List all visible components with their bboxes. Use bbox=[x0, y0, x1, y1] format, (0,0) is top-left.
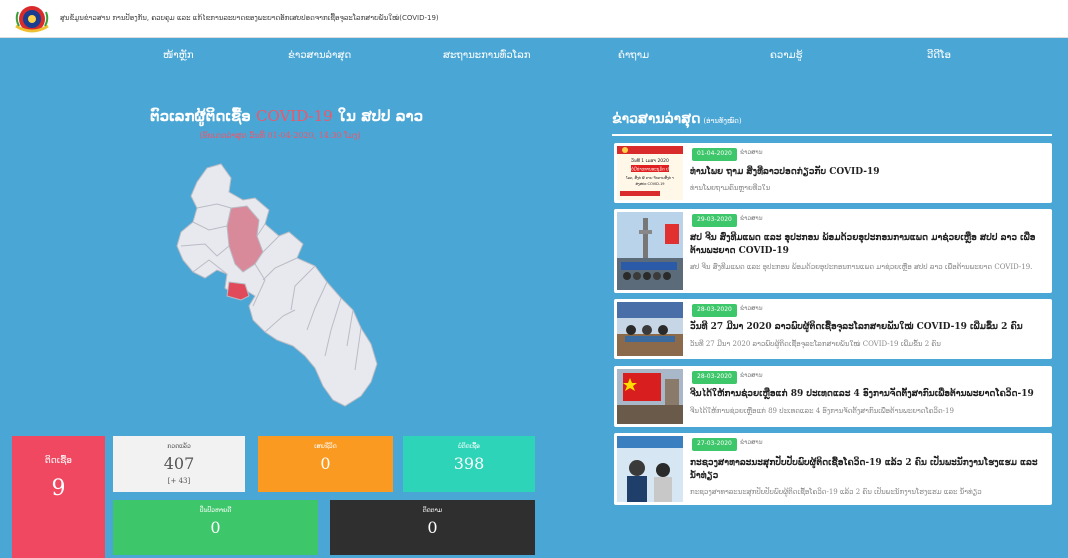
news-excerpt: ທ່ານໂພຍຖາມຄົນຫຼາຍທີ່ວໃນ bbox=[690, 184, 771, 192]
news-thumbnail-photo[interactable] bbox=[617, 436, 683, 502]
news-excerpt: ວັນທີ 27 ມີນາ 2020 ລາວພົບຜູ້ຕິດເຊື້ອຈຸລະ… bbox=[690, 340, 941, 348]
nav-video[interactable]: ວີດີໂອ bbox=[927, 50, 951, 61]
card-recovered[interactable]: ປິ່ນປົວຫາຍດີ 0 bbox=[113, 500, 318, 555]
nav-latest-news[interactable]: ຂ່າວສານລ່າສຸດ bbox=[288, 50, 351, 61]
card-deaths[interactable]: ເສຍຊີວິດ 0 bbox=[258, 436, 393, 492]
news-read-all-link[interactable]: (ອ່ານທັງໝົດ) bbox=[703, 117, 741, 125]
card-infected-label: ຕິດເຊື້ອ bbox=[44, 456, 73, 466]
top-header: ສູນຂໍ້ມູນຂ່າວສານ ການປ້ອງກັນ, ຄວບຄຸມ ແລະ … bbox=[0, 0, 1068, 38]
news-date-badge: 28-03-2020 bbox=[692, 371, 737, 384]
stats-updated: (ອັບເດດລ່າສຸດ ວັນທີ 01-04-2020, 14:30 ໂມ… bbox=[199, 131, 361, 140]
card-monitoring[interactable]: ຕິດຕາມ 0 bbox=[330, 500, 535, 555]
news-category[interactable]: ຂ່າວສານ bbox=[740, 149, 763, 156]
news-headline[interactable]: ວັນທີ 27 ມີນາ 2020 ລາວພົບຜູ້ຕິດເຊື້ອຈຸລະ… bbox=[690, 321, 1044, 334]
news-thumbnail-photo[interactable] bbox=[617, 369, 683, 424]
news-date-badge: 27-03-2020 bbox=[692, 438, 737, 451]
national-emblem-icon[interactable] bbox=[12, 4, 52, 34]
card-negative-label: ບໍ່ຕິດເຊື້ອ bbox=[458, 443, 480, 450]
news-title-text: ຂ່າວສານລ່າສຸດ bbox=[612, 111, 701, 127]
news-date-badge: 29-03-2020 bbox=[692, 214, 737, 227]
news-headline[interactable]: ສປ ຈີນ ສົ່ງທີມແພດ ແລະ ອຸປະກອນ ພ້ອມດ້ວຍອຸ… bbox=[690, 232, 1044, 258]
news-category[interactable]: ຂ່າວສານ bbox=[740, 215, 763, 222]
news-headline[interactable]: ກະຊວງສາທາລະນະສຸກປັບປັບພົບຜູ້ຕິດເຊື້ອໂຄວິ… bbox=[690, 457, 1044, 483]
news-category[interactable]: ຂ່າວສານ bbox=[740, 372, 763, 379]
nav-faq[interactable]: ຄຳຖາມ bbox=[618, 50, 649, 61]
site-title: ສູນຂໍ້ມູນຂ່າວສານ ການປ້ອງກັນ, ຄວບຄຸມ ແລະ … bbox=[60, 14, 439, 22]
news-item[interactable]: 27-03-2020 ຂ່າວສານ ກະຊວງສາທາລະນະສຸກປັບປັ… bbox=[614, 433, 1052, 505]
news-item[interactable]: 28-03-2020 ຂ່າວສານ ຈີນໄດ້ໃຫ້ການຊ່ວຍເຫຼືອ… bbox=[614, 366, 1052, 427]
laos-map[interactable] bbox=[165, 160, 395, 410]
nav-knowledge[interactable]: ຄວາມຮູ້ bbox=[770, 50, 802, 61]
stats-title: ຕົວເລກຜູ້ຕິດເຊື້ອ COVID-19 ໃນ ສປປ ລາວ bbox=[150, 107, 423, 125]
card-negative-value: 398 bbox=[453, 454, 485, 473]
card-deaths-label: ເສຍຊີວິດ bbox=[314, 443, 337, 450]
card-monitoring-label: ຕິດຕາມ bbox=[422, 507, 443, 514]
news-item[interactable]: 28-03-2020 ຂ່າວສານ ວັນທີ 27 ມີນາ 2020 ລາ… bbox=[614, 299, 1052, 359]
nav-global-situation[interactable]: ສະຖານະການທົ່ວໂລກ bbox=[443, 50, 530, 61]
card-recovered-value: 0 bbox=[210, 518, 221, 537]
map-region-vientiane-capital[interactable] bbox=[226, 281, 250, 301]
news-date-badge: 01-04-2020 bbox=[692, 148, 737, 161]
news-category[interactable]: ຂ່າວສານ bbox=[740, 305, 763, 312]
news-item[interactable]: 29-03-2020 ຂ່າວສານ ສປ ຈີນ ສົ່ງທີມແພດ ແລະ… bbox=[614, 209, 1052, 293]
stats-title-suffix: ໃນ ສປປ ລາວ bbox=[332, 107, 424, 125]
thumb-covid-text: ສ່ງສປະ COVID-19 bbox=[635, 182, 664, 186]
card-negative[interactable]: ບໍ່ຕິດເຊື້ອ 398 bbox=[403, 436, 535, 492]
stats-title-prefix: ຕົວເລກຜູ້ຕິດເຊື້ອ bbox=[150, 107, 256, 125]
news-excerpt: ສປ ຈີນ ສົ່ງທີມແພດ ແລະ ອຸປະກອນ ພ້ອມດ້ວຍອຸ… bbox=[690, 263, 1033, 271]
news-date-badge: 28-03-2020 bbox=[692, 304, 737, 317]
news-excerpt: ກະຊວງສາທາລະນະສຸກປັບປັບພົບຜູ້ຕິດເຊື້ອໂຄວິ… bbox=[690, 488, 982, 496]
card-deaths-value: 0 bbox=[320, 454, 331, 473]
news-headline[interactable]: ຈີນໄດ້ໃຫ້ການຊ່ວຍເຫຼືອແກ່ 89 ປະເທດແລະ 4 ອ… bbox=[690, 388, 1044, 401]
card-recovered-label: ປິ່ນປົວຫາຍດີ bbox=[199, 507, 232, 514]
news-excerpt: ຈີນໄດ້ໃຫ້ການຊ່ວຍເຫຼືອແກ່ 89 ປະເທດແລະ 4 ອ… bbox=[690, 407, 954, 415]
main-nav: ໜ້າຫຼັກ ຂ່າວສານລ່າສຸດ ສະຖານະການທົ່ວໂລກ ຄ… bbox=[0, 38, 1068, 74]
news-thumbnail-photo[interactable] bbox=[617, 212, 683, 290]
card-infected[interactable]: ຕິດເຊື້ອ 9 bbox=[12, 436, 105, 558]
stats-title-covid: COVID-19 bbox=[255, 107, 333, 125]
nav-home[interactable]: ໜ້າຫຼັກ bbox=[163, 50, 194, 61]
card-tested[interactable]: ກວດແລ້ວ 407 [+ 43] bbox=[113, 436, 245, 492]
card-tested-label: ກວດແລ້ວ bbox=[167, 443, 191, 450]
news-thumbnail-poster[interactable]: ວັນທີ 1 ເມສາ 2020 ບໍ່ມີຂ່າວການອະນຸມັດ ປ … bbox=[617, 146, 683, 200]
map-outline bbox=[176, 163, 378, 407]
news-thumbnail-photo[interactable] bbox=[617, 302, 683, 356]
news-category[interactable]: ຂ່າວສານ bbox=[740, 439, 763, 446]
news-item[interactable]: ວັນທີ 1 ເມສາ 2020 ບໍ່ມີຂ່າວການອະນຸມັດ ປ … bbox=[614, 143, 1052, 203]
news-divider bbox=[612, 134, 1052, 136]
card-infected-value: 9 bbox=[51, 476, 66, 501]
news-title: ຂ່າວສານລ່າສຸດ (ອ່ານທັງໝົດ) bbox=[612, 111, 742, 127]
thumb-line-text: ໂລດ, ສີ່ງຕ່ ຜົ ດາຍ ຈົບດາຍສີ່ງຕ່ າ bbox=[625, 175, 674, 180]
card-tested-value: 407 bbox=[163, 454, 195, 473]
card-monitoring-value: 0 bbox=[427, 518, 438, 537]
card-tested-delta: [+ 43] bbox=[167, 477, 191, 485]
news-headline[interactable]: ທ່ານໂພຍ ຖາມ ສິ່ງທີ່ລາວປອດກ່ຽວກັບ COVID-1… bbox=[690, 166, 1044, 179]
